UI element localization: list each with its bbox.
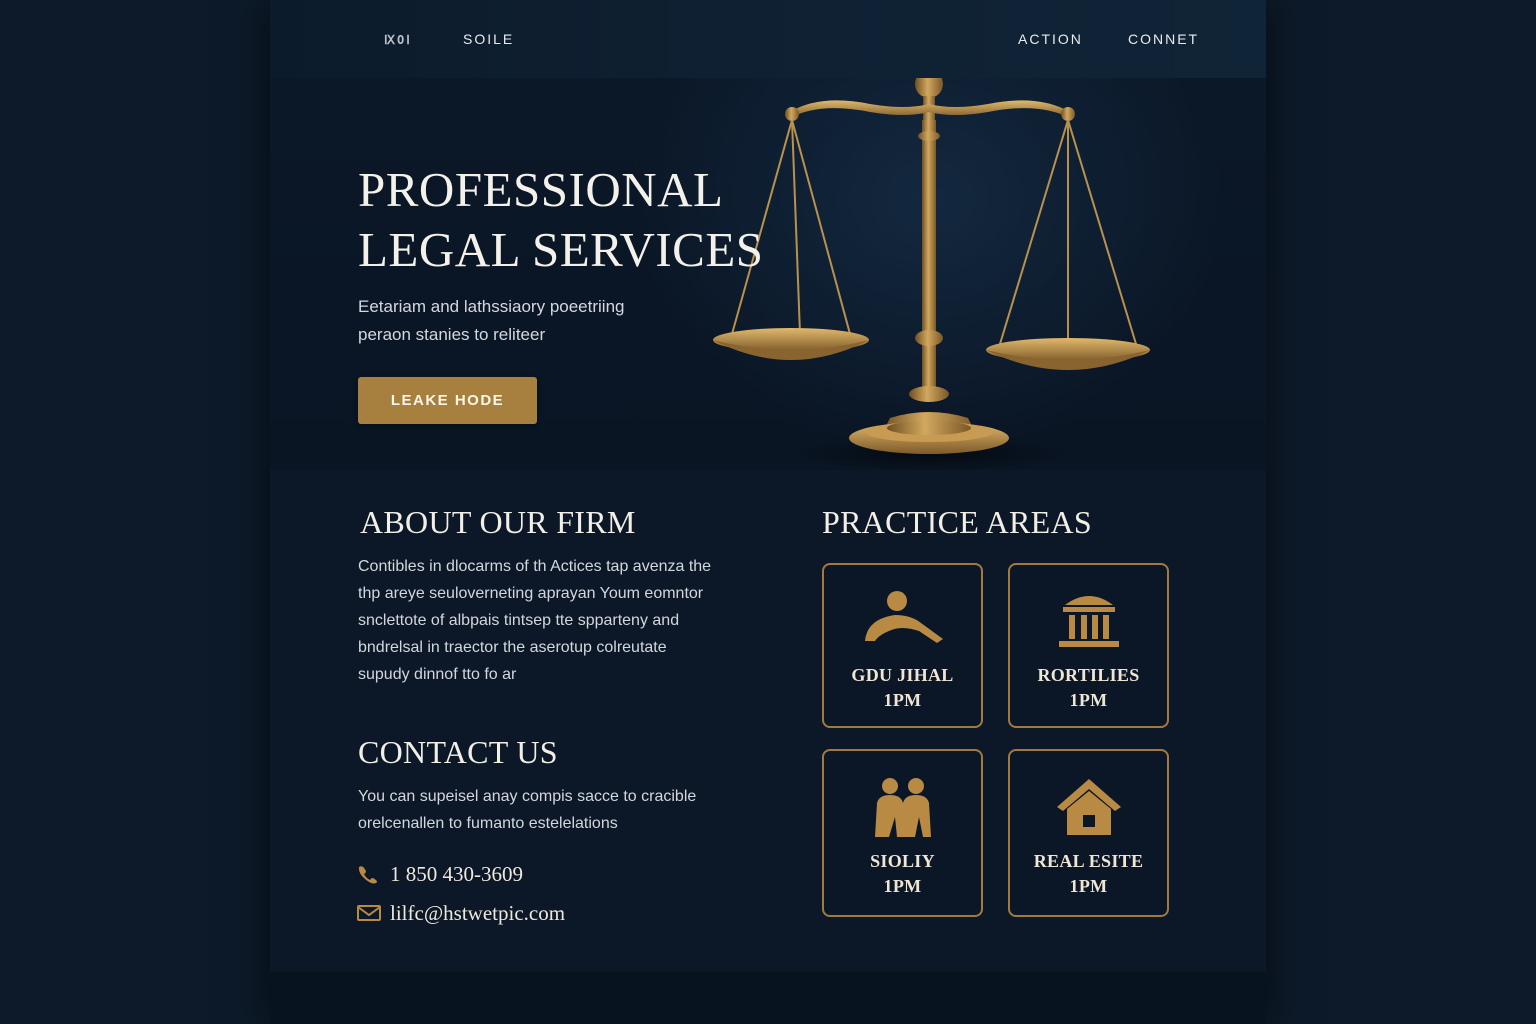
practice-card[interactable]: RORTILIES 1PM	[1008, 563, 1169, 728]
practice-card-sub: 1PM	[1069, 690, 1108, 710]
nav-link-connet[interactable]: CONNET	[1128, 31, 1199, 47]
practice-card-title: RORTILIES	[1037, 665, 1140, 685]
hero-subtitle: Eetariam and lathssiaory poeetriing pera…	[358, 293, 678, 349]
hero-cta-button[interactable]: LEAKE HODE	[358, 377, 537, 424]
practice-card[interactable]: GDU JIHAL 1PM	[822, 563, 983, 728]
about-line: Contibles in dlocarms of th Actices tap …	[358, 558, 712, 575]
about-heading: ABOUT OUR FIRM	[360, 504, 636, 540]
family-icon	[824, 777, 981, 841]
practice-card[interactable]: REAL ESITE 1PM	[1008, 749, 1169, 917]
contact-text: You can supeisel anay compis sacce to cr…	[358, 783, 758, 837]
phone-row[interactable]: 1 850 430-3609	[356, 860, 523, 888]
nav-link-soile[interactable]: SOILE	[463, 31, 514, 47]
practice-card-title: GDU JIHAL	[851, 665, 954, 685]
practice-card-title: REAL ESITE	[1033, 851, 1144, 871]
top-nav: ⅨOⅠ SOILE ACTION CONNET	[270, 0, 1266, 78]
about-line: supudy dinnof tto fo ar	[358, 666, 517, 683]
footer-strip	[270, 972, 1266, 1024]
content-section: ABOUT OUR FIRM Contibles in dlocarms of …	[270, 470, 1266, 972]
practice-card[interactable]: SIOLIY 1PM	[822, 749, 983, 917]
about-line: thp areye seuloverneting aprayan Youm eo…	[358, 585, 704, 602]
email-address[interactable]: lilfc@hstwetpic.com	[390, 901, 565, 926]
page: ⅨOⅠ SOILE ACTION CONNET PROFESSIONAL LEG…	[270, 0, 1266, 1024]
hero-section: PROFESSIONAL LEGAL SERVICES Eetariam and…	[270, 78, 1266, 470]
hero-subtitle-line-2: peraon stanies to reliteer	[358, 325, 546, 344]
hero-subtitle-line-1: Eetariam and lathssiaory poeetriing	[358, 297, 625, 316]
contact-line-text: You can supeisel anay compis sacce to cr…	[358, 788, 697, 805]
house-icon	[1010, 777, 1167, 841]
hero-title: PROFESSIONAL LEGAL SERVICES	[358, 160, 818, 280]
reclining-figure-icon	[824, 589, 981, 653]
hero-title-line-2: LEGAL SERVICES	[358, 222, 764, 277]
logo[interactable]: ⅨOⅠ	[384, 33, 412, 47]
email-row[interactable]: lilfc@hstwetpic.com	[356, 899, 565, 927]
phone-number[interactable]: 1 850 430-3609	[390, 862, 523, 887]
nav-link-action[interactable]: ACTION	[1018, 31, 1083, 47]
hero-title-line-1: PROFESSIONAL	[358, 162, 724, 217]
practice-card-sub: 1PM	[883, 876, 922, 896]
about-line: snclettote of albpais tintsep tte sppart…	[358, 612, 680, 629]
courthouse-icon	[1010, 589, 1167, 653]
about-line: bndrelsal in traector the aserotup colre…	[358, 639, 667, 656]
envelope-icon	[356, 902, 382, 924]
about-text: Contibles in dlocarms of th Actices tap …	[358, 553, 758, 688]
practice-card-sub: 1PM	[1069, 876, 1108, 896]
contact-heading: CONTACT US	[358, 734, 558, 770]
practice-card-title: SIOLIY	[870, 851, 935, 871]
practice-heading: PRACTICE AREAS	[822, 504, 1093, 540]
contact-line-text: orelcenallen to fumanto estelelations	[358, 815, 618, 832]
phone-icon	[356, 863, 382, 885]
practice-card-sub: 1PM	[883, 690, 922, 710]
